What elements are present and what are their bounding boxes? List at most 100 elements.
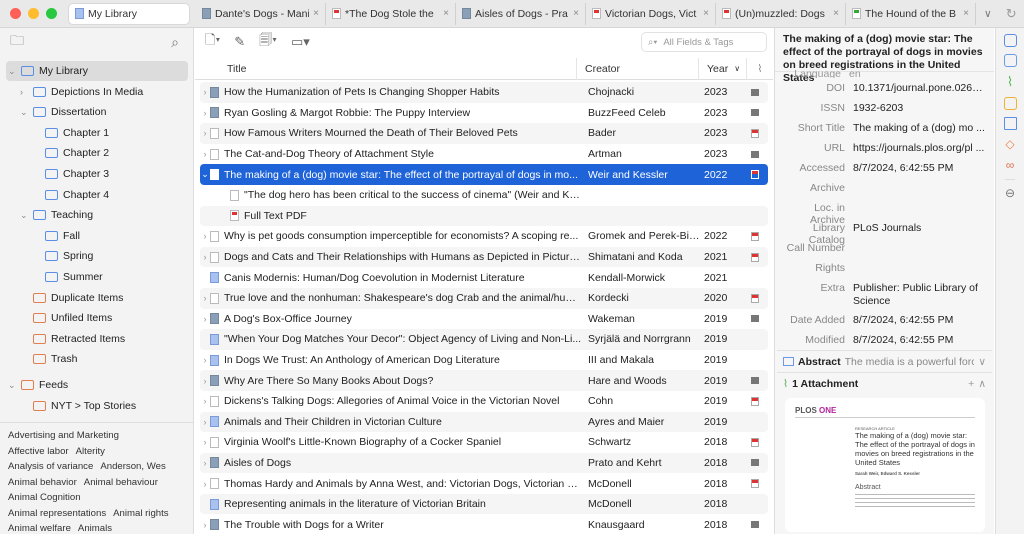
attachments-section-icon[interactable]: ⌇ bbox=[1007, 74, 1013, 90]
tab-0[interactable]: My Library bbox=[68, 3, 190, 25]
tab-1[interactable]: Dante's Dogs - Mani× bbox=[196, 3, 326, 25]
collection-item[interactable]: Trash bbox=[6, 349, 188, 369]
table-row[interactable]: ›The Cat-and-Dog Theory of Attachment St… bbox=[200, 144, 768, 165]
collection-item[interactable]: Fall bbox=[6, 226, 188, 246]
expand-chevron-icon[interactable]: › bbox=[200, 149, 210, 159]
collection-item[interactable]: ⌄Dissertation bbox=[6, 102, 188, 122]
attachment-cell[interactable] bbox=[745, 521, 765, 528]
table-row[interactable]: Full Text PDF bbox=[200, 206, 768, 227]
field-value[interactable]: https://journals.plos.org/pl ... bbox=[853, 142, 987, 155]
table-row[interactable]: ›Aisles of DogsPrato and Kehrt2018 bbox=[200, 453, 768, 474]
expand-chevron-icon[interactable]: › bbox=[200, 355, 210, 365]
add-attachment-icon[interactable]: 🗐▾ bbox=[259, 31, 277, 53]
pdf-attachment-icon[interactable] bbox=[751, 253, 759, 262]
field-value[interactable]: 8/7/2024, 6:42:55 PM bbox=[853, 162, 987, 175]
field-value[interactable]: 8/7/2024, 6:42:55 PM bbox=[853, 334, 987, 347]
chevron-icon[interactable]: ⌄ bbox=[20, 107, 28, 118]
tab-close-icon[interactable]: × bbox=[313, 8, 319, 19]
table-row[interactable]: ›In Dogs We Trust: An Anthology of Ameri… bbox=[200, 350, 768, 371]
expand-chevron-icon[interactable]: › bbox=[200, 128, 210, 138]
attachment-cell[interactable] bbox=[745, 294, 765, 303]
field-value[interactable]: Publisher: Public Library of Science bbox=[853, 282, 987, 308]
collection-item[interactable]: ›Depictions In Media bbox=[6, 82, 188, 102]
expand-chevron-icon[interactable]: › bbox=[200, 479, 210, 489]
column-title[interactable]: Title bbox=[195, 58, 577, 80]
table-row[interactable]: ›How Famous Writers Mourned the Death of… bbox=[200, 123, 768, 144]
field-value[interactable]: 8/7/2024, 6:42:55 PM bbox=[853, 314, 987, 327]
attachment-cell[interactable] bbox=[745, 89, 765, 96]
expand-chevron-icon[interactable]: › bbox=[200, 458, 210, 468]
chevron-icon[interactable]: ⌄ bbox=[8, 66, 16, 77]
tag[interactable]: Animal behavior bbox=[8, 477, 77, 488]
attachment-cell[interactable] bbox=[745, 232, 765, 241]
tab-6[interactable]: The Hound of the B× bbox=[846, 3, 976, 25]
attachment-cell[interactable] bbox=[745, 397, 765, 406]
table-row[interactable]: ›Thomas Hardy and Animals by Anna West, … bbox=[200, 473, 768, 494]
collapse-chevron-icon[interactable]: ∧ bbox=[978, 378, 986, 390]
expand-chevron-icon[interactable]: › bbox=[200, 87, 210, 97]
tag[interactable]: Affective labor bbox=[8, 446, 69, 457]
table-row[interactable]: "When Your Dog Matches Your Decor": Obje… bbox=[200, 329, 768, 350]
table-row[interactable]: Canis Modernis: Human/Dog Coevolution in… bbox=[200, 267, 768, 288]
pdf-attachment-icon[interactable] bbox=[751, 129, 759, 138]
attachment-cell[interactable] bbox=[745, 438, 765, 447]
table-row[interactable]: ›Virginia Woolf's Little-Known Biography… bbox=[200, 432, 768, 453]
column-attachments-paperclip-icon[interactable]: ⌇ bbox=[747, 58, 773, 80]
snapshot-attachment-icon[interactable] bbox=[751, 377, 759, 384]
new-note-icon[interactable]: ▭▾ bbox=[291, 34, 310, 50]
table-row[interactable]: "The dog hero has been critical to the s… bbox=[200, 185, 768, 206]
tab-close-icon[interactable]: × bbox=[573, 8, 579, 19]
expand-chevron-icon[interactable]: › bbox=[200, 520, 210, 530]
filter-collections-search-icon[interactable]: ⌕ bbox=[171, 34, 179, 51]
chevron-icon[interactable]: ⌄ bbox=[20, 210, 28, 221]
pdf-attachment-icon[interactable] bbox=[751, 170, 759, 179]
expand-chevron-icon[interactable]: › bbox=[200, 376, 210, 386]
pdf-attachment-icon[interactable] bbox=[751, 397, 759, 406]
attachment-cell[interactable] bbox=[745, 315, 765, 322]
field-value[interactable]: The making of a (dog) mo ... bbox=[853, 122, 987, 135]
collection-item[interactable]: Unfiled Items bbox=[6, 308, 188, 328]
expand-chevron-icon[interactable]: › bbox=[200, 437, 210, 447]
tags-section-icon[interactable]: ◇ bbox=[1005, 137, 1014, 151]
abstract-section-icon[interactable] bbox=[1004, 54, 1017, 67]
tab-5[interactable]: (Un)muzzled: Dogs× bbox=[716, 3, 846, 25]
table-row[interactable]: ›Why is pet goods consumption impercepti… bbox=[200, 226, 768, 247]
expand-chevron-icon[interactable]: › bbox=[200, 314, 210, 324]
tab-close-icon[interactable]: × bbox=[833, 8, 839, 19]
attachment-cell[interactable] bbox=[745, 459, 765, 466]
tag[interactable]: Analysis of variance bbox=[8, 461, 93, 472]
notes-section-icon[interactable] bbox=[1004, 97, 1017, 110]
attachment-cell[interactable] bbox=[745, 151, 765, 158]
tag[interactable]: Advertising and Marketing bbox=[8, 430, 119, 441]
new-collection-icon[interactable]: 🗀 bbox=[10, 30, 24, 54]
locate-icon[interactable]: ⊖ bbox=[1005, 179, 1015, 200]
table-row[interactable]: ›Dickens's Talking Dogs: Allegories of A… bbox=[200, 391, 768, 412]
collection-item[interactable]: Retracted Items bbox=[6, 329, 188, 349]
table-row[interactable]: ›Why Are There So Many Books About Dogs?… bbox=[200, 370, 768, 391]
related-section-icon[interactable]: ∞ bbox=[1006, 158, 1015, 172]
tag[interactable]: Animal Cognition bbox=[8, 492, 81, 503]
search-input[interactable]: ⌕▾ All Fields & Tags bbox=[641, 32, 767, 52]
table-row[interactable]: Representing animals in the literature o… bbox=[200, 494, 768, 515]
tag[interactable]: Anderson, Wes bbox=[100, 461, 165, 472]
field-value[interactable]: PLoS Journals bbox=[853, 222, 987, 235]
close-window-button[interactable] bbox=[10, 8, 21, 19]
tag[interactable]: Animal welfare bbox=[8, 523, 71, 534]
expand-chevron-icon[interactable]: › bbox=[200, 231, 210, 241]
pdf-attachment-icon[interactable] bbox=[751, 479, 759, 488]
collection-item[interactable]: ⌄Teaching bbox=[6, 205, 188, 225]
attachments-section-header[interactable]: ⌇ 1 Attachment + ∧ bbox=[777, 372, 992, 394]
add-by-identifier-wand-icon[interactable]: ✎ bbox=[234, 34, 245, 50]
collection-item[interactable]: Chapter 3 bbox=[6, 164, 188, 184]
collection-item[interactable]: Duplicate Items bbox=[6, 288, 188, 308]
expand-chevron-icon[interactable]: › bbox=[200, 293, 210, 303]
table-row[interactable]: ›Dogs and Cats and Their Relationships w… bbox=[200, 247, 768, 268]
table-row[interactable]: ›The Trouble with Dogs for a WriterKnaus… bbox=[200, 514, 768, 535]
expand-chevron-icon[interactable]: › bbox=[200, 396, 210, 406]
pdf-attachment-icon[interactable] bbox=[751, 438, 759, 447]
new-item-icon[interactable]: 🗋▾ bbox=[205, 31, 220, 53]
expand-chevron-icon[interactable]: › bbox=[200, 108, 210, 118]
pdf-attachment-icon[interactable] bbox=[751, 294, 759, 303]
tab-2[interactable]: *The Dog Stole the× bbox=[326, 3, 456, 25]
snapshot-attachment-icon[interactable] bbox=[751, 459, 759, 466]
